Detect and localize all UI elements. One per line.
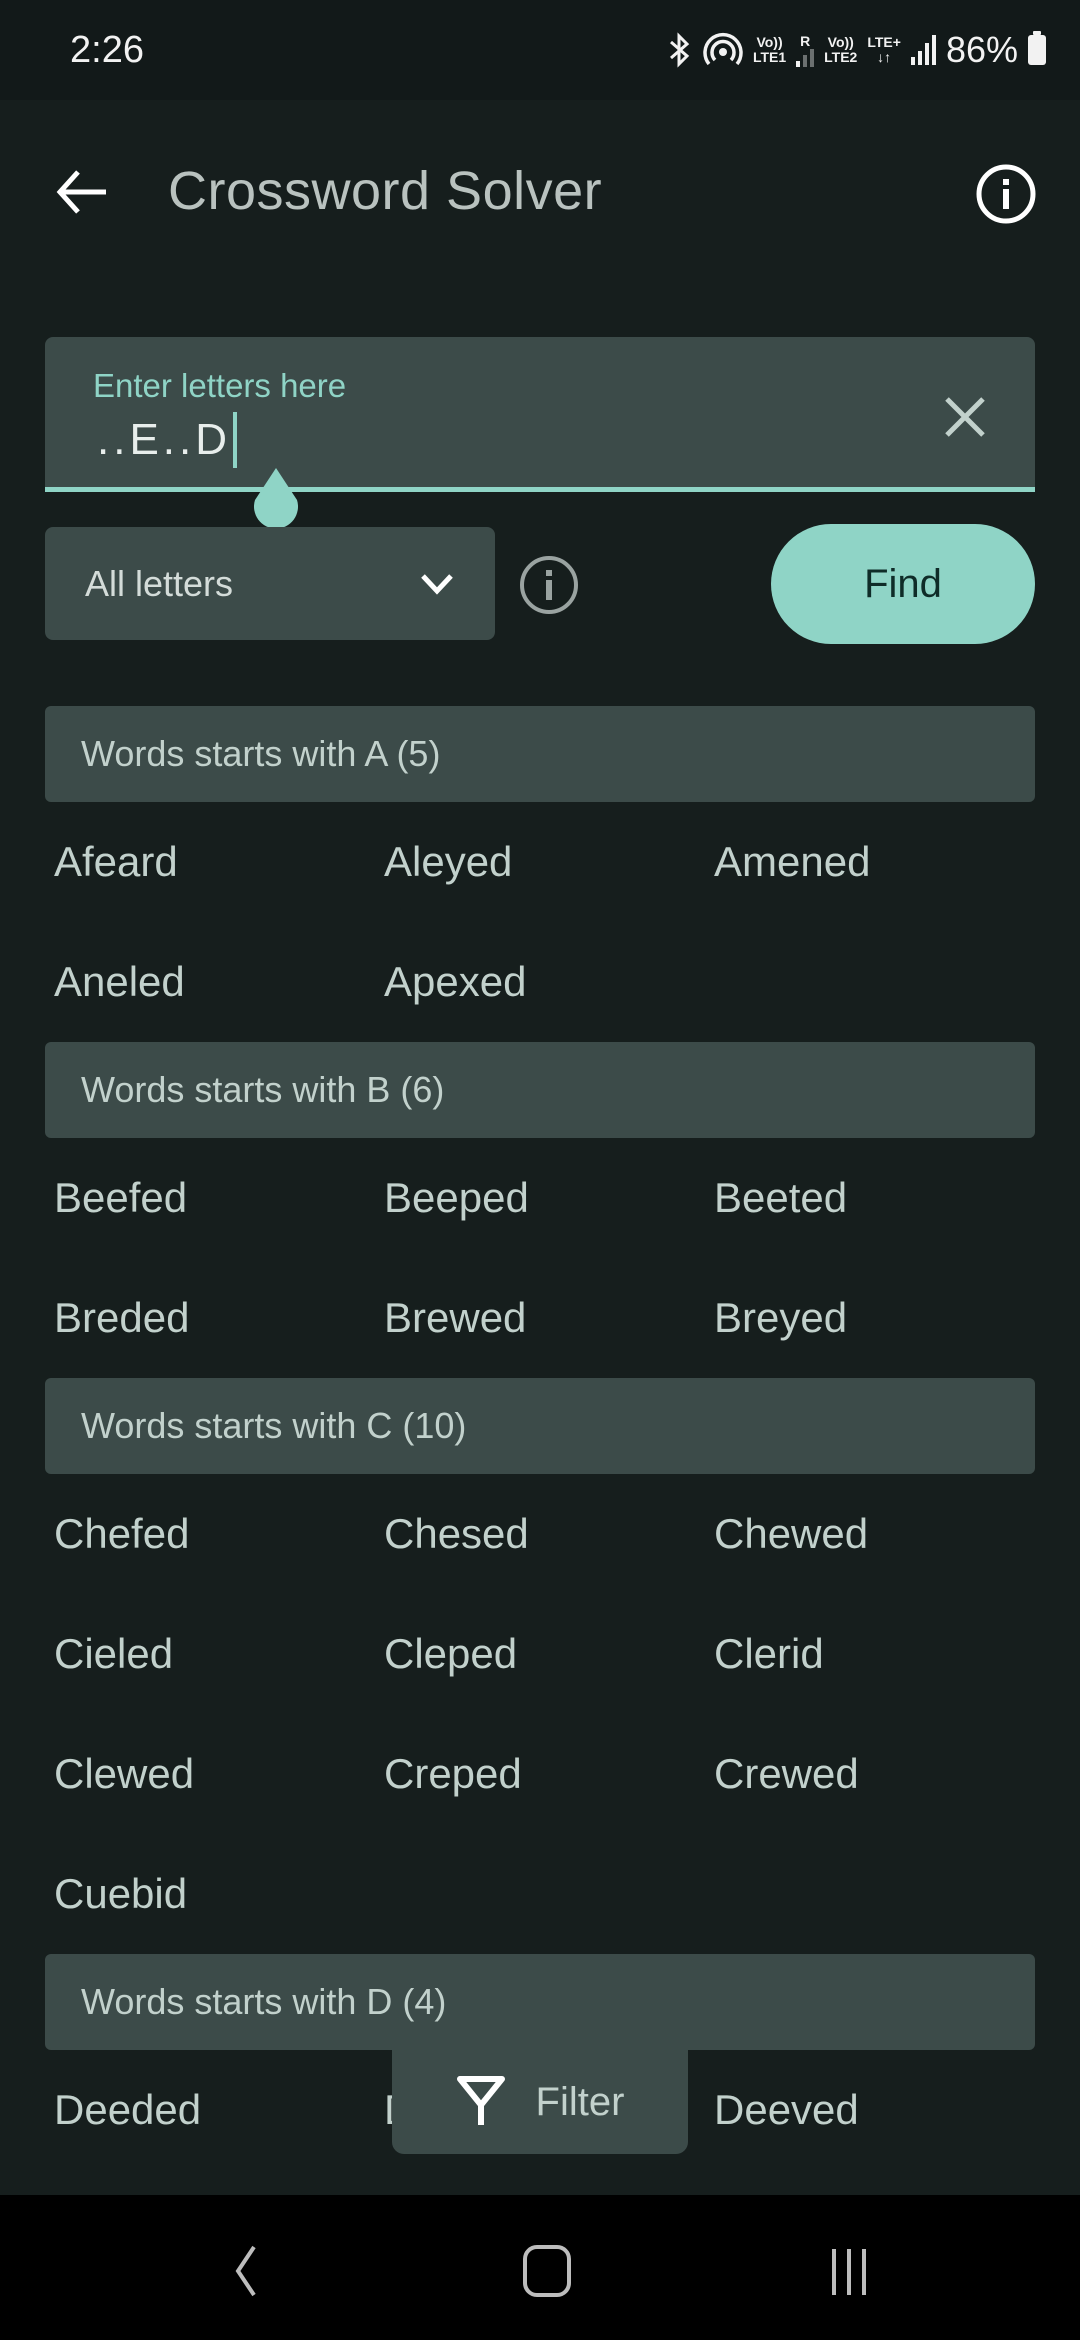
word-item[interactable]: Aneled	[54, 922, 384, 1042]
word-item[interactable]: Beefed	[54, 1138, 384, 1258]
sim1-network: LTE1	[752, 49, 787, 65]
system-nav-bar	[0, 2195, 1080, 2340]
status-bar: 2:26 Vo)) LTE1 R Vo)) LTE2 LTE+ ↓↑ 86%	[0, 0, 1080, 100]
data-arrows-icon: ↓↑	[877, 49, 892, 65]
nav-recents-icon[interactable]	[815, 2235, 885, 2305]
word-item[interactable]: Breded	[54, 1258, 384, 1378]
word-item[interactable]: Beeped	[384, 1138, 714, 1258]
signal-icon	[796, 48, 815, 67]
group-header: Words starts with C (10)	[45, 1378, 1035, 1474]
word-grid: Beefed Beeped Beeted Breded Brewed Breye…	[0, 1138, 1080, 1378]
word-item[interactable]: Chewed	[714, 1474, 1044, 1594]
close-icon[interactable]	[935, 387, 995, 447]
word-item[interactable]: Deeded	[54, 2050, 384, 2170]
nav-home-icon[interactable]	[511, 2235, 581, 2305]
word-grid: Chefed Chesed Chewed Cieled Cleped Cleri…	[0, 1474, 1080, 1954]
sim1-volte: Vo))	[756, 34, 783, 50]
screen: 2:26 Vo)) LTE1 R Vo)) LTE2 LTE+ ↓↑ 86% C…	[0, 0, 1080, 2195]
sim2-data: LTE+ ↓↑	[867, 35, 901, 65]
group-header: Words starts with A (5)	[45, 706, 1035, 802]
word-item[interactable]: Aleyed	[384, 802, 714, 922]
word-item[interactable]: Chesed	[384, 1474, 714, 1594]
sim2-volte: Vo))	[827, 34, 854, 50]
sim1-label: Vo)) LTE1	[753, 35, 786, 65]
roaming-indicator: R	[800, 32, 811, 49]
results-list: Words starts with A (5) Afeard Aleyed Am…	[0, 706, 1080, 2170]
sim1-signal: R	[796, 32, 815, 67]
word-item[interactable]: Breyed	[714, 1258, 1044, 1378]
text-caret	[233, 412, 238, 468]
group-header: Words starts with B (6)	[45, 1042, 1035, 1138]
word-item[interactable]: Brewed	[384, 1258, 714, 1378]
group-header: Words starts with D (4)	[45, 1954, 1035, 2050]
word-item[interactable]: Clerid	[714, 1594, 1044, 1714]
letters-input-value[interactable]: ..E..D	[97, 412, 238, 468]
nav-back-icon[interactable]	[210, 2235, 280, 2305]
info-circle-icon[interactable]	[974, 162, 1038, 226]
word-item[interactable]: Amened	[714, 802, 1044, 922]
word-item[interactable]: Cuebid	[54, 1834, 384, 1954]
battery-percent: 86%	[945, 29, 1018, 70]
word-grid: Afeard Aleyed Amened Aneled Apexed	[0, 802, 1080, 1042]
letter-filter-value: All letters	[85, 562, 234, 604]
signal-icon	[910, 35, 936, 65]
word-item[interactable]: Deeved	[714, 2050, 1044, 2170]
cursor-handle[interactable]	[245, 468, 307, 536]
word-item[interactable]: Chefed	[54, 1474, 384, 1594]
battery-charging-icon	[1028, 31, 1046, 65]
letters-input-label: Enter letters here	[93, 367, 347, 404]
arrow-left-icon[interactable]	[52, 162, 112, 222]
letter-filter-select[interactable]: All letters	[45, 527, 495, 640]
word-item[interactable]: Beeted	[714, 1138, 1044, 1258]
info-circle-icon[interactable]	[518, 554, 580, 616]
filter-label: Filter	[535, 2079, 625, 2124]
hotspot-icon	[703, 33, 743, 66]
sim2-network-type: LTE+	[867, 34, 901, 50]
sim2-label: Vo)) LTE2	[824, 35, 857, 65]
word-item[interactable]: Afeard	[54, 802, 384, 922]
letters-input[interactable]: Enter letters here ..E..D	[45, 337, 1035, 492]
word-item[interactable]: Clewed	[54, 1714, 384, 1834]
word-item[interactable]: Creped	[384, 1714, 714, 1834]
filter-icon	[456, 2076, 505, 2125]
word-item[interactable]: Apexed	[384, 922, 714, 1042]
page-title: Crossword Solver	[168, 161, 603, 221]
chevron-down-icon	[421, 573, 453, 595]
sim2-network: LTE2	[824, 49, 858, 65]
status-time: 2:26	[70, 28, 144, 71]
app-bar: Crossword Solver	[0, 100, 1080, 290]
bluetooth-icon	[669, 32, 690, 68]
word-item[interactable]: Cieled	[54, 1594, 384, 1714]
status-icons: Vo)) LTE1 R Vo)) LTE2 LTE+ ↓↑ 86%	[667, 29, 1046, 71]
find-button[interactable]: Find	[771, 524, 1035, 644]
word-item[interactable]: Crewed	[714, 1714, 1044, 1834]
letters-input-text: ..E..D	[97, 415, 232, 464]
filter-button[interactable]: Filter	[392, 2050, 688, 2154]
word-item[interactable]: Cleped	[384, 1594, 714, 1714]
